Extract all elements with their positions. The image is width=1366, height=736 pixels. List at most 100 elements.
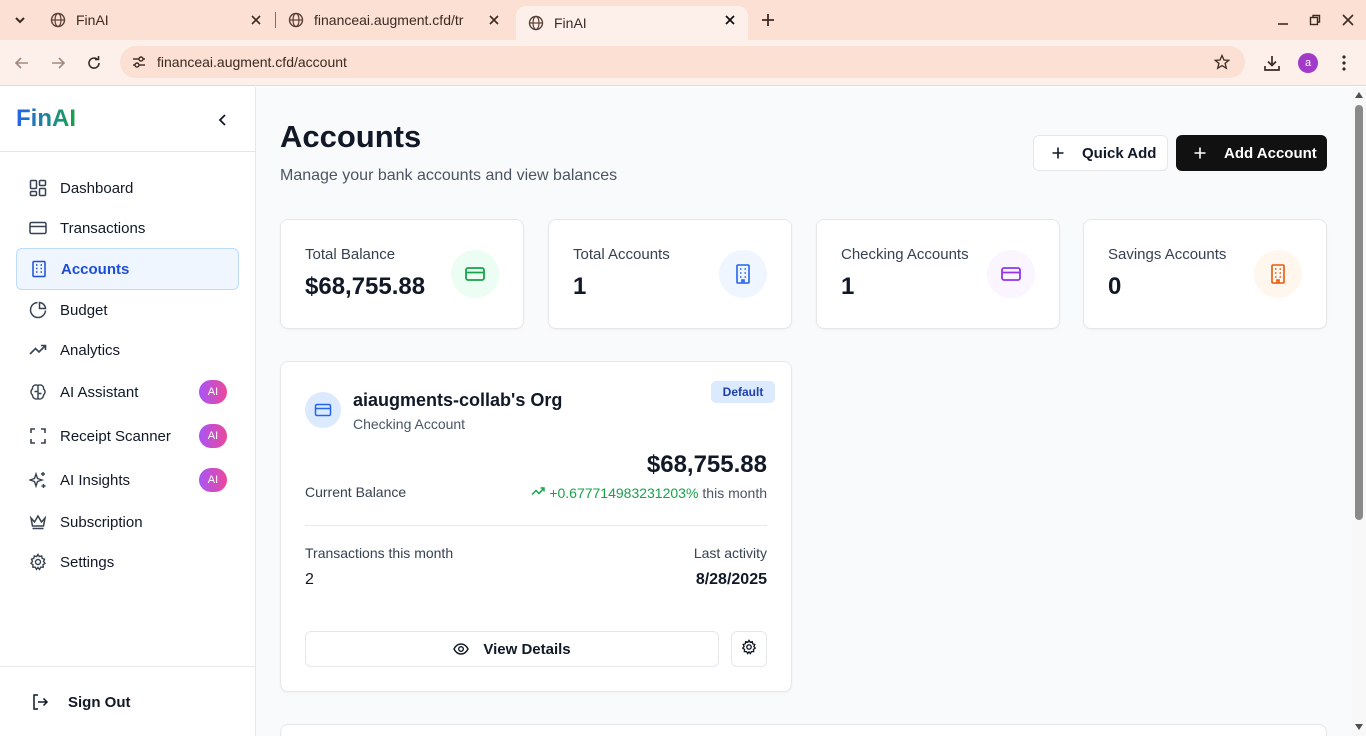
sidebar-item-label: AI Assistant	[60, 383, 139, 401]
sidebar-item-label: AI Insights	[60, 471, 131, 489]
sidebar-item-analytics[interactable]: Analytics	[16, 330, 239, 370]
back-arrow-icon[interactable]	[9, 50, 35, 76]
browser-tab-1[interactable]: FinAI	[38, 0, 274, 40]
default-badge: Default	[711, 381, 775, 403]
stat-card-total-balance: Total Balance $68,755.88	[280, 219, 524, 329]
ai-badge: AI	[199, 468, 227, 492]
browser-tab-2[interactable]: financeai.augment.cfd/tr	[276, 0, 512, 40]
account-type: Checking Account	[353, 416, 466, 432]
new-tab-plus-icon[interactable]	[756, 8, 780, 32]
address-bar[interactable]: financeai.augment.cfd/account	[120, 46, 1245, 78]
stat-value: 0	[1108, 273, 1122, 300]
stat-value: 1	[573, 273, 587, 300]
card-divider	[305, 525, 767, 526]
building-icon	[719, 250, 767, 298]
transactions-month-value: 2	[305, 571, 314, 588]
change-suffix: this month	[702, 484, 767, 501]
sparkles-icon	[28, 470, 48, 490]
bookmark-star-icon[interactable]	[1213, 53, 1231, 71]
sidebar-item-accounts[interactable]: Accounts	[16, 248, 239, 290]
sidebar-item-ai-assistant[interactable]: AI Assistant AI	[16, 372, 239, 412]
account-settings-button[interactable]	[731, 631, 767, 667]
sidebar-item-label: Budget	[60, 301, 108, 319]
tab-title: financeai.augment.cfd/tr	[314, 12, 464, 28]
sidebar-item-ai-insights[interactable]: AI Insights AI	[16, 460, 239, 500]
account-name: aiaugments-collab's Org	[353, 390, 563, 410]
globe-icon	[50, 12, 66, 28]
change-percent: +0.677714983231203%	[549, 484, 699, 501]
browser-menu-icon[interactable]	[1333, 52, 1355, 74]
sidebar-item-label: Accounts	[61, 260, 130, 278]
ai-badge: AI	[199, 380, 227, 404]
sidebar-divider	[0, 151, 256, 152]
sidebar-item-dashboard[interactable]: Dashboard	[16, 168, 239, 208]
stat-card-checking-accounts: Checking Accounts 1	[816, 219, 1060, 329]
close-tab-icon[interactable]	[722, 12, 738, 28]
restore-window-icon[interactable]	[1305, 10, 1325, 30]
view-details-button[interactable]: View Details	[305, 631, 719, 667]
sidebar-item-transactions[interactable]: Transactions	[16, 208, 239, 248]
scan-icon	[28, 426, 48, 446]
download-icon[interactable]	[1261, 52, 1283, 74]
scrollbar-thumb[interactable]	[1355, 105, 1363, 520]
close-tab-icon[interactable]	[248, 12, 264, 28]
main-content: Accounts Manage your bank accounts and v…	[256, 87, 1352, 736]
chevron-left-icon[interactable]	[214, 111, 232, 129]
tab-title: FinAI	[554, 15, 587, 31]
page-title: Accounts	[280, 119, 422, 154]
trending-up-icon	[28, 340, 48, 360]
sidebar-item-label: Dashboard	[60, 179, 134, 197]
account-card[interactable]: aiaugments-collab's Org Checking Account…	[280, 361, 792, 692]
quick-add-button[interactable]: Quick Add	[1033, 135, 1168, 171]
sign-out-button[interactable]: Sign Out	[16, 682, 239, 722]
page-scrollbar[interactable]	[1352, 87, 1366, 736]
add-account-button[interactable]: Add Account	[1176, 135, 1327, 171]
browser-tab-active[interactable]: FinAI	[516, 6, 748, 40]
stat-label: Total Accounts	[573, 246, 670, 263]
sidebar: FinAI Dashboard Transactions Accounts Bu…	[0, 87, 256, 736]
sidebar-item-receipt-scanner[interactable]: Receipt Scanner AI	[16, 416, 239, 456]
scroll-up-arrow-icon[interactable]	[1355, 92, 1363, 98]
sidebar-item-settings[interactable]: Settings	[16, 542, 239, 582]
brand-logo[interactable]: FinAI	[16, 105, 76, 133]
pie-chart-icon	[28, 300, 48, 320]
quick-add-label: Quick Add	[1082, 144, 1157, 162]
globe-icon	[288, 12, 304, 28]
plus-icon	[1050, 145, 1066, 161]
ai-badge: AI	[199, 424, 227, 448]
close-tab-icon[interactable]	[486, 12, 502, 28]
eye-icon	[453, 641, 470, 657]
add-account-label: Add Account	[1224, 144, 1317, 162]
close-window-icon[interactable]	[1338, 10, 1358, 30]
transactions-month-label: Transactions this month	[305, 545, 454, 561]
minimize-window-icon[interactable]	[1273, 10, 1293, 30]
balance-change: +0.677714983231203% this month	[531, 484, 767, 501]
credit-card-icon	[451, 250, 499, 298]
tab-title: FinAI	[76, 12, 109, 28]
stat-value: 1	[841, 273, 855, 300]
app-viewport: FinAI Dashboard Transactions Accounts Bu…	[0, 87, 1366, 736]
dashboard-icon	[28, 178, 48, 198]
profile-avatar[interactable]: a	[1298, 53, 1318, 73]
sidebar-item-label: Subscription	[60, 513, 143, 531]
sidebar-item-budget[interactable]: Budget	[16, 290, 239, 330]
stat-label: Checking Accounts	[841, 246, 969, 263]
sidebar-item-label: Settings	[60, 553, 115, 571]
forward-arrow-icon[interactable]	[45, 50, 71, 76]
gear-icon	[741, 638, 757, 660]
current-balance-label: Current Balance	[305, 484, 407, 500]
reload-icon[interactable]	[81, 50, 107, 76]
scroll-down-arrow-icon[interactable]	[1355, 724, 1363, 730]
stat-label: Total Balance	[305, 246, 396, 263]
stat-label: Savings Accounts	[1108, 246, 1227, 263]
sign-out-label: Sign Out	[68, 693, 131, 711]
plus-icon	[1192, 145, 1208, 161]
gear-icon	[28, 552, 48, 572]
building-icon	[29, 259, 49, 279]
tab-search-button[interactable]	[6, 6, 34, 34]
view-details-label: View Details	[483, 640, 571, 658]
brain-icon	[28, 382, 48, 402]
sidebar-item-subscription[interactable]: Subscription	[16, 502, 239, 542]
site-info-icon[interactable]	[130, 53, 148, 71]
stat-card-savings-accounts: Savings Accounts 0	[1083, 219, 1327, 329]
